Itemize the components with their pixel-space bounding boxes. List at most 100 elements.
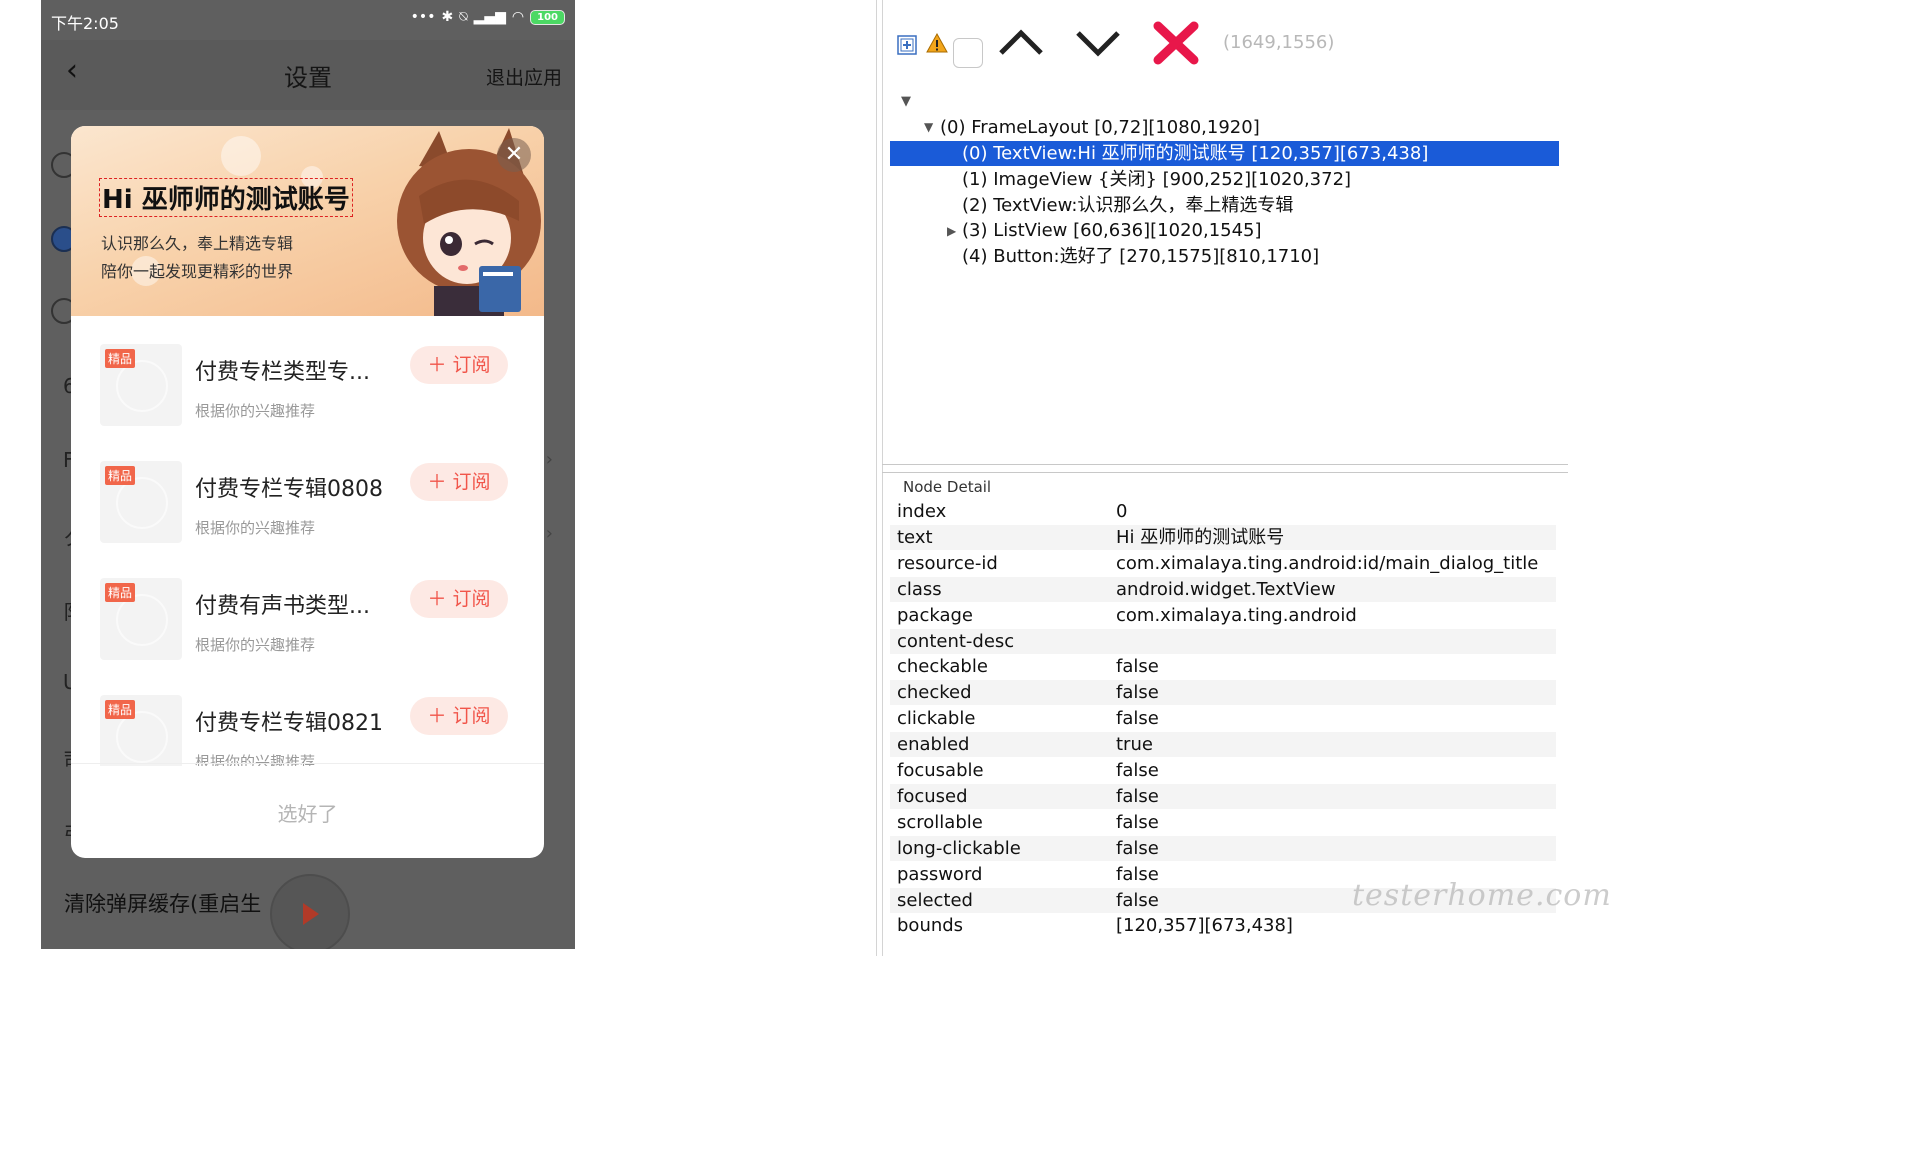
done-button[interactable]: 选好了 (71, 798, 544, 827)
detail-row[interactable]: resource-id com.ximalaya.ting.android:id/… (890, 551, 1556, 576)
detail-key: password (897, 864, 983, 885)
dialog-subtitle: 陪你一起发现更精彩的世界 (101, 262, 294, 281)
detail-row[interactable]: focusable false (890, 758, 1556, 783)
album-title: 付费专栏类型专... (195, 360, 370, 385)
detail-key: class (897, 579, 942, 600)
play-button[interactable] (270, 874, 350, 949)
album-reason: 根据你的兴趣推荐 (195, 519, 316, 537)
battery-icon: 100 (530, 9, 565, 25)
chevron-right-icon: › (545, 449, 553, 470)
list-item: 精品 付费专栏专辑0808 根据你的兴趣推荐 ＋ 订阅 (71, 433, 544, 550)
divider (71, 763, 544, 764)
subscribe-button[interactable]: ＋ 订阅 (410, 580, 508, 618)
subscribe-button[interactable]: ＋ 订阅 (410, 463, 508, 501)
node-detail-title: Node Detail (903, 478, 992, 496)
plus-icon: ＋ (427, 705, 453, 727)
more-dots-icon: ••• (410, 9, 436, 25)
album-cover[interactable]: 精品 (100, 695, 182, 766)
tree-node[interactable]: (1) ImageView {关闭} [900,252][1020,372] (962, 167, 1351, 192)
album-reason: 根据你的兴趣推荐 (195, 402, 316, 420)
tree-node[interactable]: (4) Button:选好了 [270,1575][810,1710] (962, 244, 1319, 269)
detail-row[interactable]: text Hi 巫师师的测试账号 (890, 525, 1556, 550)
detail-row[interactable]: clickable false (890, 706, 1556, 731)
expand-arrow-icon[interactable]: ▼ (924, 120, 933, 134)
detail-key: resource-id (897, 553, 998, 574)
plus-icon: ＋ (427, 588, 453, 610)
toggle-checkbox[interactable] (953, 38, 983, 68)
detail-value: false (1116, 656, 1159, 677)
recommend-dialog: Hi 巫师师的测试账号 认识那么久，奉上精选专辑 陪你一起发现更精彩的世界 ✕ … (71, 126, 544, 858)
clear-cache-row[interactable]: 清除弹屏缓存(重启生 (64, 888, 261, 918)
bokeh-decoration (221, 136, 261, 176)
exit-app-button[interactable]: 退出应用 (486, 63, 562, 90)
detail-row[interactable]: content-desc (890, 629, 1556, 654)
status-bar: 下午2:05 ••• ✱ ⍉ ▂▄▆ ◠ 100 (41, 0, 575, 40)
detail-row[interactable]: checked false (890, 680, 1556, 705)
pane-divider (876, 0, 877, 956)
detail-row[interactable]: checkable false (890, 654, 1556, 679)
detail-row[interactable]: class android.widget.TextView (890, 577, 1556, 602)
detail-key: checked (897, 682, 972, 703)
dialog-subtitle: 认识那么久，奉上精选专辑 (101, 234, 294, 253)
detail-value: false (1116, 682, 1159, 703)
detail-key: index (897, 501, 947, 522)
detail-row[interactable]: focused false (890, 784, 1556, 809)
dialog-title: Hi 巫师师的测试账号 (99, 178, 353, 217)
dialog-header: Hi 巫师师的测试账号 认识那么久，奉上精选专辑 陪你一起发现更精彩的世界 ✕ (71, 126, 544, 316)
album-cover[interactable]: 精品 (100, 344, 182, 426)
expand-all-icon[interactable] (897, 35, 917, 55)
detail-row[interactable]: enabled true (890, 732, 1556, 757)
tree-node[interactable]: (2) TextView:认识那么久，奉上精选专辑 (962, 193, 1293, 218)
list-item: 精品 付费专栏专辑0821 根据你的兴趣推荐 ＋ 订阅 (71, 667, 544, 766)
subscribe-button[interactable]: ＋ 订阅 (410, 346, 508, 384)
detail-row[interactable]: index 0 (890, 499, 1556, 524)
album-cover[interactable]: 精品 (100, 461, 182, 543)
tree-node-root[interactable]: (0) FrameLayout [0,72][1080,1920] (940, 115, 1260, 140)
detail-key: package (897, 605, 973, 626)
plus-icon: ＋ (427, 471, 453, 493)
list-item: 精品 付费有声书类型... 根据你的兴趣推荐 ＋ 订阅 (71, 550, 544, 667)
premium-badge: 精品 (105, 349, 136, 368)
detail-key: enabled (897, 734, 970, 755)
detail-row[interactable]: package com.ximalaya.ting.android (890, 603, 1556, 628)
album-title: 付费专栏专辑0821 (195, 711, 383, 736)
settings-navbar: ‹ 设置 退出应用 (41, 40, 575, 110)
album-cover[interactable]: 精品 (100, 578, 182, 660)
detail-row[interactable]: scrollable false (890, 810, 1556, 835)
detail-value: [120,357][673,438] (1116, 915, 1293, 936)
detail-value: false (1116, 838, 1159, 859)
subscribe-button[interactable]: ＋ 订阅 (410, 697, 508, 735)
tree-node[interactable]: (3) ListView [60,636][1020,1545] (962, 218, 1262, 243)
detail-value: false (1116, 812, 1159, 833)
chevron-right-icon: › (545, 523, 553, 544)
wifi-icon: ◠ (511, 9, 525, 25)
clear-x-icon[interactable] (1152, 20, 1200, 66)
album-list[interactable]: 精品 付费专栏类型专... 根据你的兴趣推荐 ＋ 订阅 精品 付费专栏专辑080… (71, 316, 544, 766)
detail-value: com.ximalaya.ting.android (1116, 605, 1357, 626)
detail-key: content-desc (897, 631, 1015, 652)
collapsed-arrow-icon[interactable]: ▶ (947, 224, 956, 238)
detail-key: text (897, 527, 933, 548)
chevron-down-icon[interactable] (1074, 27, 1122, 59)
detail-key: scrollable (897, 812, 983, 833)
detail-key: focused (897, 786, 968, 807)
bluetooth-icon: ✱ (441, 9, 454, 25)
panel-separator (882, 464, 1568, 465)
close-icon[interactable]: ✕ (497, 138, 531, 172)
detail-key: focusable (897, 760, 984, 781)
detail-key: clickable (897, 708, 976, 729)
list-item: 精品 付费专栏类型专... 根据你的兴趣推荐 ＋ 订阅 (71, 316, 544, 433)
album-reason: 根据你的兴趣推荐 (195, 636, 316, 654)
panel-separator (882, 472, 1568, 473)
detail-key: selected (897, 890, 973, 911)
detail-row[interactable]: long-clickable false (890, 836, 1556, 861)
plus-icon: ＋ (427, 354, 453, 376)
mute-icon: ⍉ (459, 9, 468, 25)
warning-icon[interactable] (926, 33, 948, 53)
signal-icon: ▂▄▆ (473, 9, 506, 25)
tree-root-toggle-icon[interactable]: ▼ (901, 94, 911, 109)
detail-row[interactable]: bounds [120,357][673,438] (890, 913, 1556, 938)
detail-value: com.ximalaya.ting.android:id/main_dialog… (1116, 553, 1539, 574)
tree-node-selected[interactable]: (0) TextView:Hi 巫师师的测试账号 [120,357][673,4… (890, 141, 1559, 166)
chevron-up-icon[interactable] (997, 27, 1045, 59)
